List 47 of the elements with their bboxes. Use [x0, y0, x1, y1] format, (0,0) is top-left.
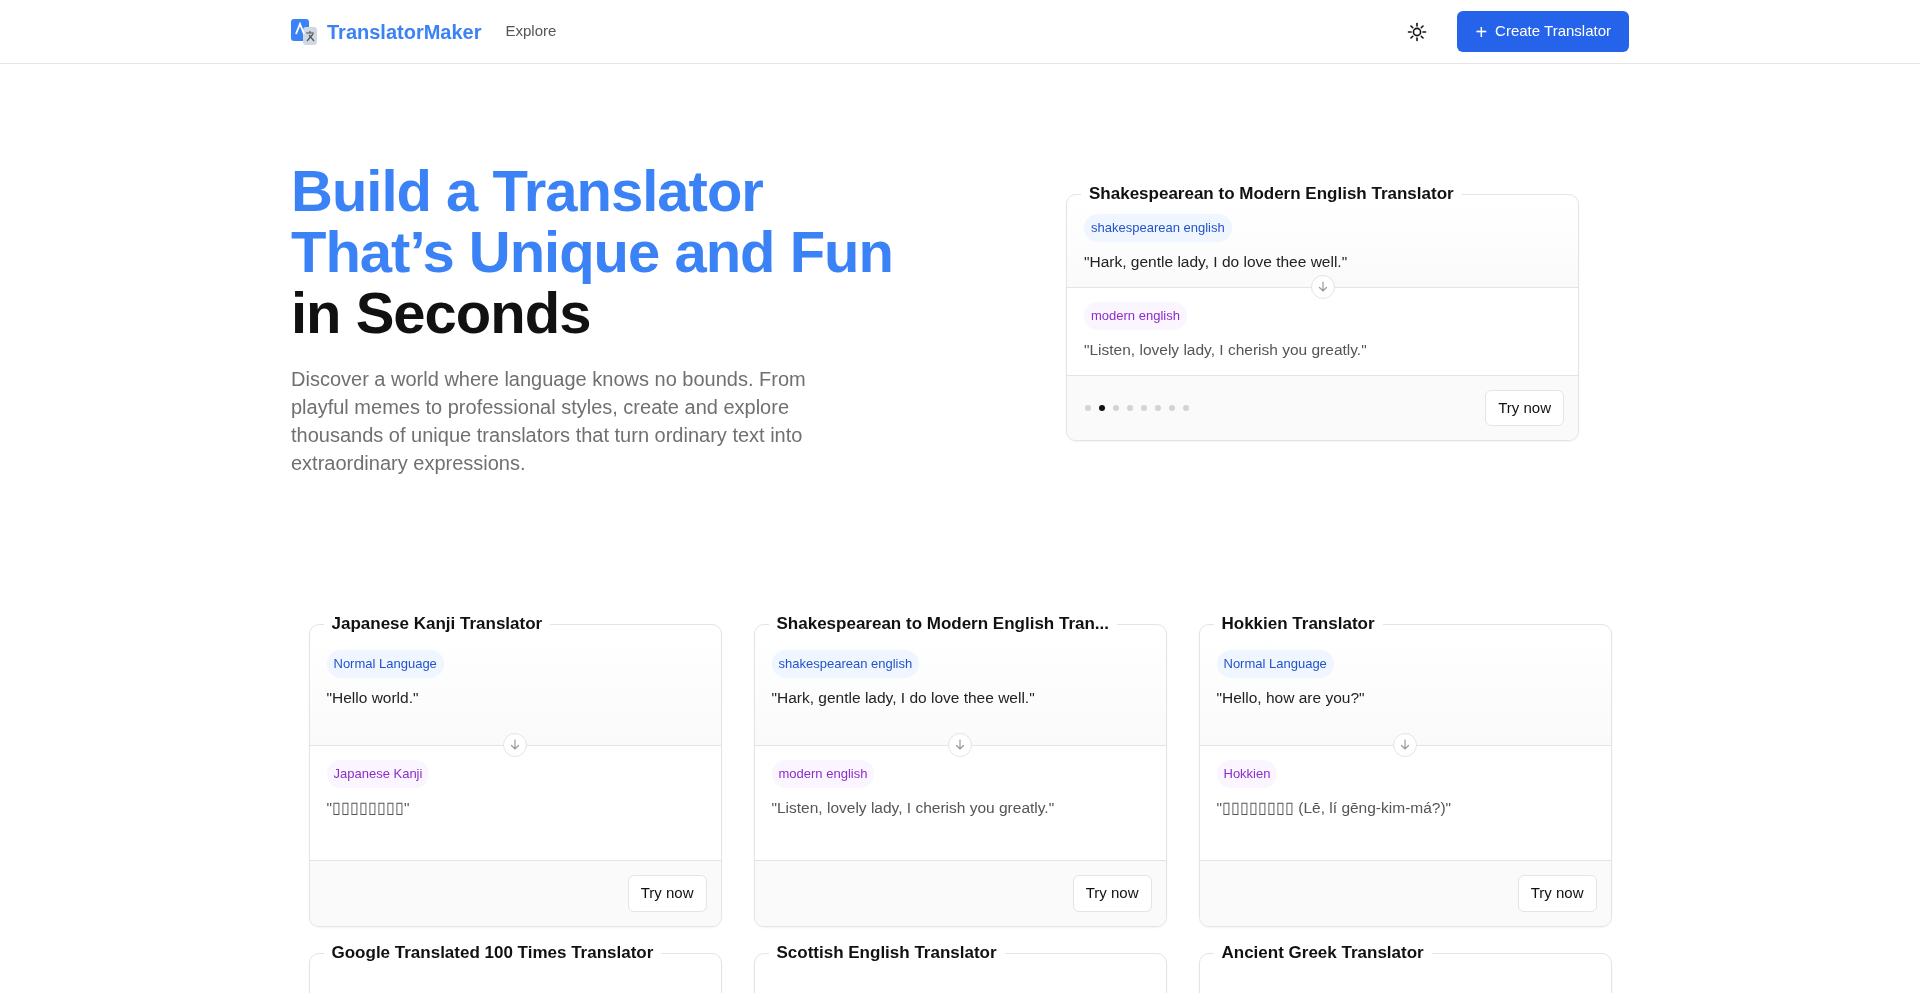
- card-title: Scottish English Translator: [775, 942, 998, 964]
- logo-icon: [291, 17, 319, 46]
- source-text: "Hello world.": [326, 687, 420, 708]
- target-language-tag: modern english: [1084, 302, 1187, 330]
- carousel-dot[interactable]: [1127, 405, 1133, 412]
- translated-text: "Listen, lovely lady, I cherish you greatly.": [1084, 339, 1368, 360]
- sun-icon: [1407, 22, 1428, 43]
- hero-heading-line: Build a Translator: [291, 160, 764, 221]
- source-language-tag: shakespearean english: [771, 650, 920, 678]
- card-title: Hokkien Translator: [1220, 614, 1376, 635]
- brand-name[interactable]: TranslatorMaker: [327, 16, 482, 47]
- source-text: "Hello, how are you?": [1216, 687, 1366, 708]
- try-now-button[interactable]: Try now: [627, 875, 707, 912]
- target-language-tag: modern english: [771, 760, 875, 788]
- arrow-down-icon: [954, 739, 966, 752]
- card-title: Shakespearean to Modern English Translator: [1088, 184, 1455, 205]
- translated-text: "▯▯▯▯▯▯▯▯ (Lē, lí gēng-kim-má?)": [1216, 797, 1453, 818]
- translated-text: "Listen, lovely lady, I cherish you greatly.": [771, 797, 1056, 818]
- target-language-tag: Japanese Kanji: [326, 760, 430, 788]
- arrow-down-icon: [509, 739, 521, 752]
- hero-heading-line: That’s Unique and Fun: [291, 221, 893, 282]
- source-language-tag: Normal Language: [1216, 650, 1334, 678]
- arrow-down-icon: [1399, 739, 1411, 752]
- create-translator-button[interactable]: + Create Translator: [1457, 11, 1629, 52]
- carousel-dot[interactable]: [1169, 405, 1175, 412]
- card-title: Google Translated 100 Times Translator: [330, 942, 655, 964]
- source-language-tag: Normal Language: [326, 650, 444, 678]
- carousel-dot[interactable]: [1155, 405, 1161, 412]
- source-text: "Hark, gentle lady, I do love thee well.": [771, 687, 1036, 708]
- source-language-tag: shakespearean english: [1084, 214, 1232, 242]
- translated-text: "▯▯▯▯▯▯▯▯": [326, 797, 411, 818]
- try-now-button[interactable]: Try now: [1485, 389, 1564, 427]
- try-now-button[interactable]: Try now: [1072, 875, 1152, 912]
- hero-description: Discover a world where language knows no bounds. From playful memes to professional styles, create and explore thousands of unique translators that turn ordinary text into extraordinary expressions.: [291, 367, 807, 476]
- card-title: Ancient Greek Translator: [1220, 942, 1425, 964]
- carousel-dot[interactable]: [1099, 405, 1105, 412]
- carousel-dot[interactable]: [1183, 405, 1189, 412]
- nav-link[interactable]: Explore: [505, 20, 557, 43]
- source-text: "Hark, gentle lady, I do love thee well.": [1084, 251, 1349, 272]
- card-title: Shakespearean to Modern English Tran...: [775, 614, 1111, 635]
- card-title: Japanese Kanji Translator: [330, 614, 544, 635]
- carousel-dot[interactable]: [1141, 405, 1147, 412]
- target-language-tag: Hokkien: [1216, 760, 1278, 788]
- carousel-dot[interactable]: [1085, 405, 1091, 412]
- carousel-dot[interactable]: [1113, 405, 1119, 412]
- try-now-button[interactable]: Try now: [1517, 875, 1597, 912]
- arrow-down-icon: [1316, 281, 1329, 294]
